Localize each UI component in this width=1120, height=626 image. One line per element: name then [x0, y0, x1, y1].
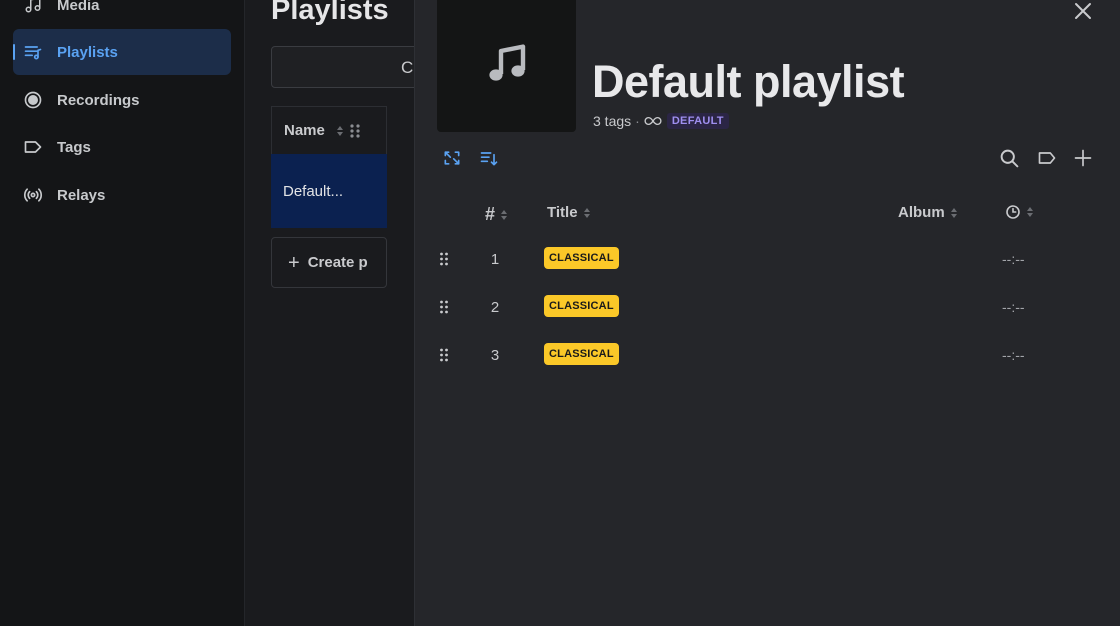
track-tag-badge[interactable]: CLASSICAL	[544, 295, 619, 317]
playlist-title: Default playlist	[592, 56, 905, 107]
search-icon[interactable]	[999, 148, 1021, 170]
music-note-icon	[483, 40, 531, 93]
sidebar-item-recordings[interactable]: Recordings	[13, 77, 231, 123]
sort-icon[interactable]	[1027, 207, 1033, 217]
sidebar-item-label: Tags	[57, 138, 91, 156]
playlist-row-label: Default...	[283, 182, 344, 200]
column-header-title[interactable]: Title	[547, 204, 590, 221]
search-input-glyph: C	[401, 58, 414, 77]
playlist-meta: 3 tags · DEFAULT	[593, 113, 729, 129]
column-header-label: Album	[898, 204, 945, 221]
sidebar-item-label: Recordings	[57, 91, 140, 109]
page-title: Playlists	[271, 0, 389, 26]
sidebar-item-media[interactable]: Media	[13, 0, 231, 28]
clock-icon	[1005, 204, 1021, 220]
playlist-detail-panel: Default playlist 3 tags · DEFAULT # Titl…	[414, 0, 1120, 626]
playlist-row-selected[interactable]: Default...	[271, 154, 387, 228]
track-tag-badge[interactable]: CLASSICAL	[544, 343, 619, 365]
playlist-icon	[23, 42, 43, 62]
track-number: 2	[490, 299, 500, 316]
add-track-icon[interactable]	[1073, 148, 1095, 170]
column-header-duration[interactable]	[1005, 204, 1033, 220]
drag-handle-icon[interactable]	[439, 299, 449, 320]
track-number: 1	[490, 251, 500, 268]
broadcast-icon	[23, 185, 43, 205]
table-row[interactable]: 3 CLASSICAL --:--	[415, 333, 1120, 381]
sidebar-item-tags[interactable]: Tags	[13, 124, 231, 170]
track-tag-badge[interactable]: CLASSICAL	[544, 247, 619, 269]
create-playlist-label: Create p	[307, 254, 368, 271]
record-icon	[23, 90, 43, 110]
create-playlist-button[interactable]: + Create p	[271, 237, 387, 288]
column-header-number[interactable]: #	[485, 204, 508, 225]
playlist-search-input[interactable]: C	[271, 46, 415, 88]
sidebar-item-relays[interactable]: Relays	[13, 172, 231, 218]
tag-count: 3 tags	[593, 113, 632, 129]
column-header-label: Name	[284, 122, 325, 139]
close-icon[interactable]	[1073, 1, 1093, 21]
tag-icon	[23, 137, 43, 157]
sort-order-icon[interactable]	[479, 148, 501, 170]
column-header-name[interactable]: Name	[271, 106, 387, 154]
playlists-list-panel: Playlists C Name Default... + Create p	[245, 0, 415, 626]
track-duration: --:--	[1002, 347, 1025, 363]
column-header-album[interactable]: Album	[898, 204, 957, 221]
meta-separator: ·	[635, 113, 640, 129]
sort-icon[interactable]	[336, 125, 343, 136]
table-row[interactable]: 1 CLASSICAL --:--	[415, 237, 1120, 285]
sort-icon[interactable]	[501, 209, 508, 220]
infinity-icon	[644, 115, 662, 127]
music-note-icon	[23, 0, 43, 15]
plus-icon: +	[288, 251, 300, 274]
sort-icon[interactable]	[583, 207, 590, 218]
track-number: 3	[490, 347, 500, 364]
track-duration: --:--	[1002, 299, 1025, 315]
sidebar-item-label: Playlists	[57, 43, 118, 61]
drag-handle-icon[interactable]	[439, 347, 449, 368]
sidebar-item-playlists[interactable]: Playlists	[13, 29, 231, 75]
table-row[interactable]: 2 CLASSICAL --:--	[415, 285, 1120, 333]
drag-handle-icon[interactable]	[439, 251, 449, 272]
tag-icon[interactable]	[1036, 148, 1058, 170]
shuffle-link-icon[interactable]	[442, 148, 464, 170]
sidebar-item-label: Media	[57, 0, 100, 14]
sidebar: Media Playlists Recordings Tags Relays	[0, 0, 245, 626]
column-header-label: Title	[547, 204, 578, 221]
playlist-cover	[437, 0, 576, 132]
sidebar-item-label: Relays	[57, 186, 106, 204]
drag-handle-icon[interactable]	[349, 123, 361, 139]
sort-icon[interactable]	[950, 207, 957, 218]
app-window: Media Playlists Recordings Tags Relays P…	[0, 0, 1120, 626]
default-badge: DEFAULT	[666, 113, 729, 129]
column-header-label: #	[485, 204, 496, 224]
track-duration: --:--	[1002, 251, 1025, 267]
